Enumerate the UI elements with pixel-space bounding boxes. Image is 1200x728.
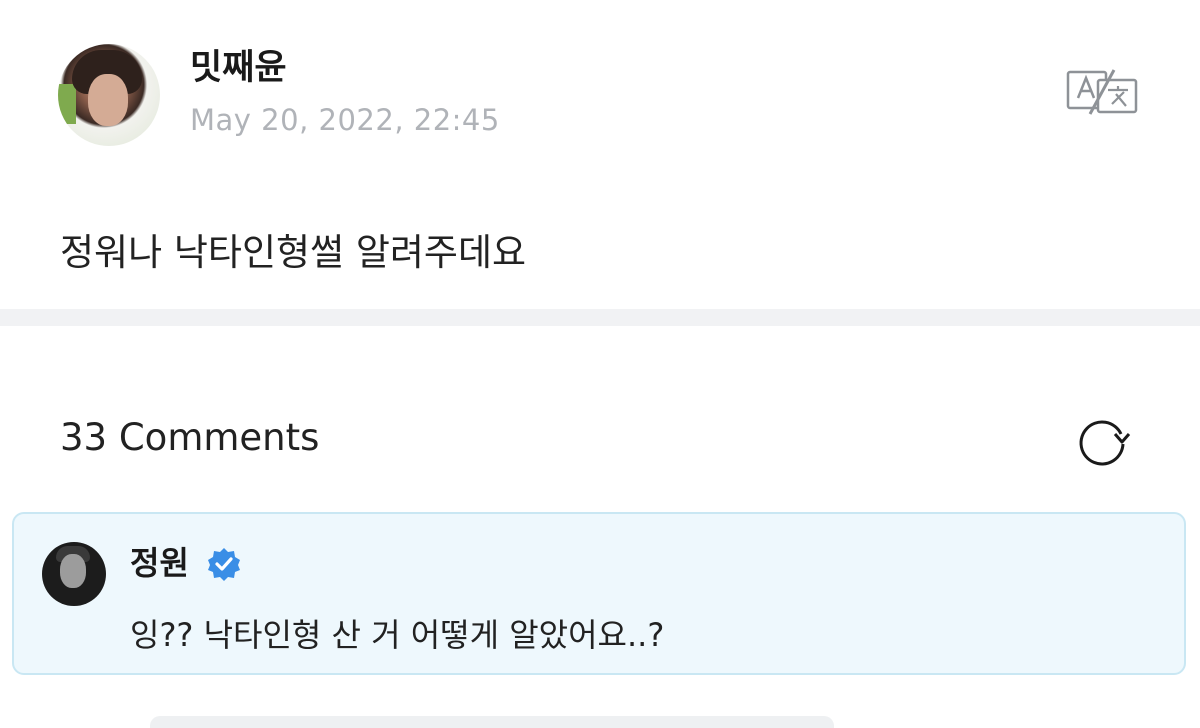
refresh-button[interactable] — [1072, 410, 1132, 470]
comment-author-name[interactable]: 정원 — [130, 540, 189, 586]
post-body-text: 정워나 낙타인형썰 알려주데요 — [60, 231, 527, 274]
post-author-name[interactable]: 밋째윤 — [190, 44, 287, 92]
avatar-face — [60, 554, 86, 588]
avatar-background — [58, 84, 76, 124]
post-date: May 20, 2022, 22:45 — [190, 103, 500, 137]
refresh-icon — [1079, 420, 1131, 466]
translate-button[interactable] — [1066, 68, 1138, 116]
translate-icon — [1066, 69, 1138, 115]
comment-card[interactable]: 정원 잉?? 낙타인형 산 거 어떻게 알았어요..? — [12, 512, 1186, 675]
section-divider — [0, 309, 1200, 326]
avatar-face — [88, 74, 128, 126]
verified-badge-icon — [206, 546, 242, 582]
comments-count-title: 33 Comments — [60, 416, 320, 459]
comment-text: 잉?? 낙타인형 산 거 어떻게 알았어요..? — [130, 616, 665, 654]
next-comment-card-peek — [150, 716, 834, 728]
post-detail-page: 밋째윤 May 20, 2022, 22:45 정워나 낙타인형썰 알려주데요 … — [0, 0, 1200, 728]
post-author-avatar[interactable] — [58, 44, 160, 146]
comment-author-avatar[interactable] — [42, 542, 106, 606]
